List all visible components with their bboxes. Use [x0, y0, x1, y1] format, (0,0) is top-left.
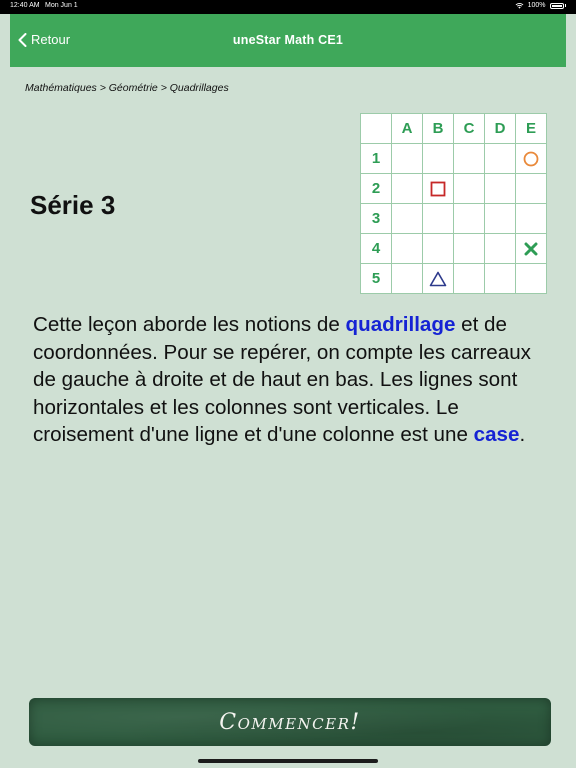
breadcrumb: Mathématiques > Géométrie > Quadrillages	[25, 82, 229, 94]
series-title: Série 3	[30, 190, 116, 220]
grid-cell-b5	[422, 263, 454, 294]
grid-cell	[515, 263, 547, 294]
grid-cell	[422, 143, 454, 174]
grid-cell	[391, 263, 423, 294]
triangle-icon	[429, 271, 447, 286]
lesson-text: Cette leçon aborde les notions de quadri…	[33, 311, 553, 449]
grid-cell	[484, 233, 516, 264]
grid-cell-e4	[515, 233, 547, 264]
grid-cell	[391, 143, 423, 174]
grid-cell	[453, 233, 485, 264]
keyword-case: case	[473, 423, 520, 446]
grid-cell	[515, 173, 547, 204]
square-icon	[430, 181, 446, 196]
grid-column-header: D	[484, 113, 516, 144]
example-grid: A B C D E 1 2 3 4 5	[360, 113, 547, 294]
navigation-bar: Retour uneStar Math CE1	[10, 14, 566, 67]
app-title: uneStar Math CE1	[232, 33, 344, 47]
grid-cell	[453, 263, 485, 294]
grid-cell	[453, 203, 485, 234]
grid-cell	[484, 263, 516, 294]
grid-cell	[453, 173, 485, 204]
cross-icon	[524, 242, 538, 255]
grid-cell-b2	[422, 173, 454, 204]
status-date: Mon Jun 1	[45, 2, 78, 9]
status-time: 12:40 AM	[10, 2, 40, 9]
grid-cell	[484, 203, 516, 234]
grid-row-header: 4	[360, 233, 392, 264]
battery-percent: 100%	[527, 2, 546, 9]
grid-cell	[484, 143, 516, 174]
circle-icon	[523, 151, 539, 166]
grid-cell	[422, 203, 454, 234]
grid-cell	[391, 233, 423, 264]
grid-cell	[391, 203, 423, 234]
wifi-icon	[515, 2, 523, 9]
lesson-text-part: Cette leçon aborde les notions de	[33, 313, 346, 336]
grid-cell	[422, 233, 454, 264]
grid-cell	[484, 173, 516, 204]
grid-column-header: B	[422, 113, 454, 144]
grid-column-header: E	[515, 113, 547, 144]
grid-row-header: 5	[360, 263, 392, 294]
lesson-text-part: .	[519, 423, 526, 446]
start-button[interactable]: Commencer!	[29, 698, 551, 746]
start-button-label: Commencer!	[219, 709, 361, 735]
battery-tip	[564, 4, 566, 7]
home-indicator[interactable]	[198, 759, 378, 763]
battery-icon	[549, 2, 564, 9]
grid-cell	[515, 203, 547, 234]
status-bar: 12:40 AM Mon Jun 1 100%	[0, 0, 576, 14]
grid-column-header: A	[391, 113, 423, 144]
grid-cell	[391, 173, 423, 204]
grid-column-header: C	[453, 113, 485, 144]
grid-row-header: 2	[360, 173, 392, 204]
grid-corner	[360, 113, 392, 144]
grid-row-header: 3	[360, 203, 392, 234]
grid-cell-e1	[515, 143, 547, 174]
grid-cell	[453, 143, 485, 174]
grid-row-header: 1	[360, 143, 392, 174]
keyword-quadrillage: quadrillage	[345, 313, 456, 336]
